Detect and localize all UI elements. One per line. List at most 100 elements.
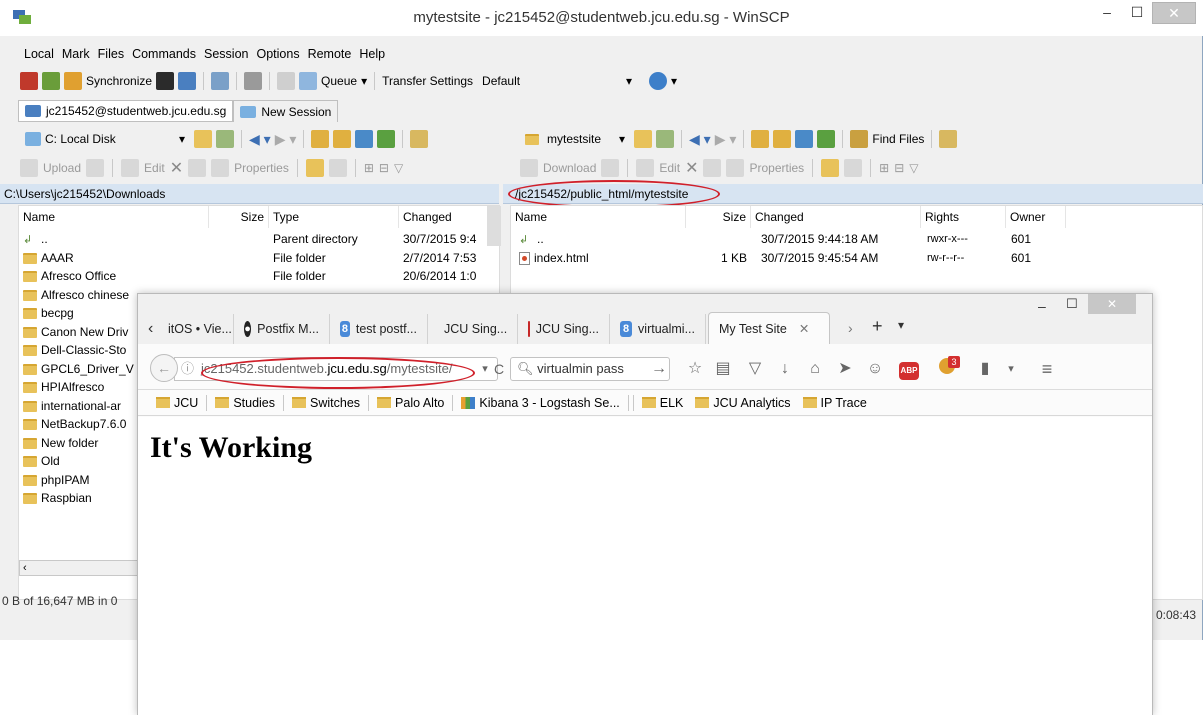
back-arrow-icon[interactable]: ◀ ▾ (689, 131, 711, 148)
column-header-type[interactable]: Type (269, 206, 399, 228)
home-icon[interactable] (795, 130, 814, 148)
properties-button[interactable]: Properties (749, 161, 804, 175)
chat-icon[interactable]: ☺ (864, 358, 886, 380)
chevron-down-icon[interactable]: ▾ (671, 74, 677, 88)
properties-button[interactable]: Properties (234, 161, 289, 175)
maximize-button[interactable]: ☐ (1122, 2, 1152, 24)
minimize-button[interactable]: – (1038, 298, 1046, 314)
root-directory-icon[interactable] (773, 130, 792, 148)
list-tabs-icon[interactable]: ▾ (898, 318, 904, 332)
open-folder-icon[interactable] (194, 130, 212, 148)
console-icon[interactable] (211, 72, 230, 90)
hamburger-menu-icon[interactable]: ≡ (1036, 358, 1058, 380)
table-row[interactable]: Afresco Office (23, 267, 209, 285)
close-button[interactable]: ✕ (1088, 294, 1136, 314)
close-tab-icon[interactable]: ✕ (799, 321, 809, 336)
column-header-rights[interactable]: Rights (921, 206, 1006, 228)
unselect-all-icon[interactable]: ⊟ (894, 161, 904, 175)
delete-icon[interactable]: ✕ (170, 158, 183, 178)
terminal-icon[interactable] (156, 72, 175, 90)
menu-mark[interactable]: Mark (58, 44, 94, 64)
new-file-icon[interactable] (844, 159, 863, 177)
new-file-icon[interactable] (328, 159, 347, 177)
remote-folder-select[interactable]: mytestsite ▾ (520, 129, 630, 149)
column-header-name[interactable]: Name (511, 206, 686, 228)
parent-directory-icon[interactable] (751, 130, 770, 148)
send-tab-icon[interactable]: ➤ (834, 358, 856, 380)
upload-button[interactable]: Upload (43, 161, 81, 175)
tab-session-jc215452[interactable]: jc215452@studentweb.jcu.edu.sg (18, 100, 234, 122)
minimize-button[interactable]: – (1092, 2, 1122, 24)
forward-arrow-icon[interactable]: ▶ ▾ (275, 131, 297, 148)
transfer-settings-select[interactable]: Default ▾ (477, 71, 637, 91)
back-button[interactable]: ← (150, 354, 178, 382)
filter-icon[interactable] (216, 130, 234, 148)
download-button[interactable]: Download (543, 161, 596, 175)
column-header-name[interactable]: Name (19, 206, 209, 228)
bookmark-jcu-analytics[interactable]: JCU Analytics (691, 396, 794, 410)
close-button[interactable]: ✕ (1152, 2, 1196, 24)
download-icon[interactable]: ↓ (774, 358, 796, 380)
upload-options-icon[interactable] (86, 159, 105, 177)
forward-arrow-icon[interactable]: ▶ ▾ (715, 131, 737, 148)
column-header-size[interactable]: Size (686, 206, 751, 228)
search-input[interactable]: 🔍︎ virtualmin pass (510, 357, 670, 381)
new-folder-icon[interactable] (305, 159, 324, 177)
menu-session[interactable]: Session (200, 44, 252, 64)
queue-list-icon[interactable] (277, 72, 296, 90)
add-directory-icon[interactable] (20, 72, 38, 90)
menu-commands[interactable]: Commands (128, 44, 200, 64)
bookmark-palo-alto[interactable]: Palo Alto (373, 396, 448, 410)
bookmark-ip-trace[interactable]: IP Trace (799, 396, 871, 410)
bookmark-star-icon[interactable]: ☆ (684, 358, 706, 380)
select-all-icon[interactable]: ⊞ (364, 161, 374, 175)
column-header-changed[interactable]: Changed (751, 206, 921, 228)
reading-list-icon[interactable]: ▤ (712, 358, 734, 380)
tab-scroll-left-icon[interactable]: ‹ (148, 320, 153, 338)
clipboard-icon[interactable]: ▮ (974, 358, 996, 380)
edit-button[interactable]: Edit (144, 161, 165, 175)
open-folder-icon[interactable] (634, 130, 652, 148)
maximize-button[interactable]: ☐ (1066, 296, 1078, 312)
new-tab-icon[interactable]: + (872, 316, 883, 337)
table-row[interactable]: index.html (519, 249, 685, 267)
download-options-icon[interactable] (601, 159, 620, 177)
delete-icon[interactable]: ✕ (685, 158, 698, 178)
adblock-plus-icon[interactable]: ABP (896, 358, 922, 380)
tab-postfix[interactable]: ● Postfix M... (234, 314, 330, 344)
putty-icon[interactable] (178, 72, 197, 90)
column-header-size[interactable]: Size (209, 206, 269, 228)
new-folder-icon[interactable] (821, 159, 840, 177)
root-directory-icon[interactable] (333, 130, 352, 148)
search-go-icon[interactable]: → (648, 358, 670, 380)
horizontal-scrollbar[interactable]: ‹ (19, 560, 139, 576)
bookmark-kibana[interactable]: Kibana 3 - Logstash Se... (457, 396, 623, 410)
menu-local[interactable]: Local (20, 44, 58, 64)
compare-directories-icon[interactable] (42, 72, 60, 90)
refresh-icon[interactable] (377, 130, 396, 148)
tab-test-postfix[interactable]: 8 test postf... (330, 314, 428, 344)
table-row[interactable]: AAAR (23, 249, 209, 267)
menu-options[interactable]: Options (252, 44, 303, 64)
select-filter-icon[interactable]: ▽ (394, 161, 403, 175)
home-icon[interactable]: ⌂ (804, 358, 826, 380)
tab-jcu-2[interactable]: JCU Sing... (518, 314, 610, 344)
home-icon[interactable] (355, 130, 374, 148)
bookmark-studies[interactable]: Studies (211, 396, 279, 410)
tab-scroll-right-icon[interactable]: › (848, 320, 853, 336)
pocket-icon[interactable]: ▽ (744, 358, 766, 380)
rename-icon[interactable] (188, 159, 207, 177)
tab-jcu-1[interactable]: JCU Sing... (428, 314, 518, 344)
queue-button[interactable]: Queue (321, 74, 357, 88)
globe-icon[interactable] (649, 72, 668, 90)
preferences-gear-icon[interactable] (244, 72, 263, 90)
site-info-icon[interactable]: ⓘ (181, 358, 194, 380)
local-scrollbar-thumb[interactable] (487, 206, 501, 246)
column-header-owner[interactable]: Owner (1006, 206, 1066, 228)
tree-icon[interactable] (410, 130, 429, 148)
chevron-down-icon[interactable]: ▾ (1000, 358, 1022, 380)
menu-help[interactable]: Help (355, 44, 389, 64)
synchronize-button[interactable]: Synchronize (86, 74, 152, 88)
menu-remote[interactable]: Remote (304, 44, 356, 64)
table-row[interactable]: ↲.. (519, 230, 685, 248)
